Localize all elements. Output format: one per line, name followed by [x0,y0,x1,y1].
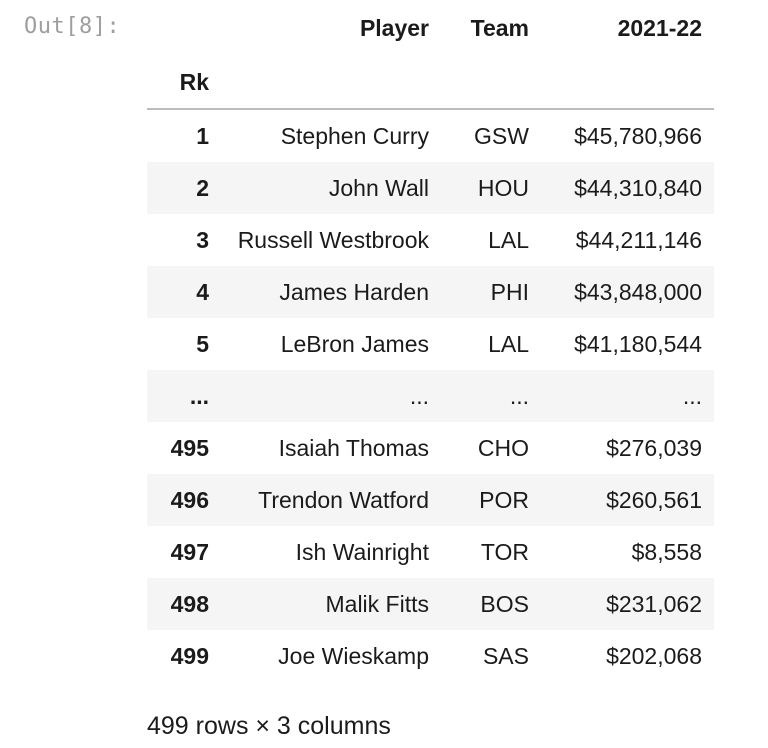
row-index: 499 [170,642,209,669]
cell-team: TOR [480,538,529,565]
row-index: 498 [170,590,209,617]
table-row: 495 Isaiah Thomas CHO $276,039 [147,422,714,474]
row-index: 496 [170,486,209,513]
cell-player: ... [409,382,429,409]
column-header-player: Player [359,14,429,41]
table-row: 4 James Harden PHI $43,848,000 [147,266,714,318]
row-index: 4 [196,278,209,305]
table-body: 1 Stephen Curry GSW $45,780,966 2 John Wall HO… [147,109,714,682]
cell-team: ... [509,382,529,409]
cell-salary: $45,780,966 [574,122,702,149]
index-name-row: Rk [147,56,714,110]
cell-team: BOS [480,590,529,617]
cell-salary: $8,558 [631,538,702,565]
cell-team: CHO [477,434,529,461]
column-header-team: Team [470,14,529,41]
cell-salary: ... [682,382,702,409]
row-index: 5 [196,330,209,357]
cell-player: Malik Fitts [325,590,430,617]
ellipsis-row: ............ [147,370,714,422]
cell-salary: $202,068 [606,642,702,669]
column-header-salary: 2021-22 [617,14,702,41]
cell-salary: $231,062 [606,590,702,617]
cell-salary: $260,561 [606,486,702,513]
table-header: Player Team 2021-22 Rk [147,0,714,110]
cell-player: Isaiah Thomas [278,434,429,461]
cell-team: HOU [477,174,529,201]
cell-player: Ish Wainright [295,538,429,565]
table-row: 2 John Wall HOU $44,310,840 [147,162,714,214]
cell-salary: $44,211,146 [575,226,702,253]
row-index: 495 [170,434,209,461]
column-header-row: Player Team 2021-22 [147,0,714,56]
dataframe-output: Player Team 2021-22 Rk 1 Stephen Curry GSW… [147,0,714,741]
cell-player: James Harden [279,278,429,305]
output-prompt: Out[8]: [24,14,121,39]
cell-player: John Wall [328,174,429,201]
row-index: ... [189,382,209,409]
dataframe-table: Player Team 2021-22 Rk 1 Stephen Curry GSW… [147,0,714,682]
cell-player: Trendon Watford [258,486,429,513]
cell-salary: $44,310,840 [574,174,702,201]
cell-player: Stephen Curry [280,122,429,149]
cell-team: GSW [474,122,529,149]
cell-team: PHI [490,278,529,305]
cell-player: Joe Wieskamp [278,642,429,669]
cell-team: LAL [488,226,529,253]
table-row: 499 Joe Wieskamp SAS $202,068 [147,630,714,682]
cell-team: SAS [482,642,529,669]
cell-team: POR [479,486,529,513]
table-row: 1 Stephen Curry GSW $45,780,966 [147,109,714,162]
shape-summary: 499 rows × 3 columns [147,712,391,740]
table-row: 496 Trendon Watford POR $260,561 [147,474,714,526]
table-row: 497 Ish Wainright TOR $8,558 [147,526,714,578]
index-corner [147,0,221,56]
cell-player: LeBron James [280,330,429,357]
index-name: Rk [147,56,221,110]
table-row: 3 Russell Westbrook LAL $44,211,146 [147,214,714,266]
row-index: 1 [196,122,209,149]
cell-player: Russell Westbrook [237,226,429,253]
row-index: 2 [196,174,209,201]
row-index: 497 [170,538,209,565]
cell-salary: $276,039 [606,434,702,461]
cell-salary: $43,848,000 [574,278,702,305]
table-row: 498 Malik Fitts BOS $231,062 [147,578,714,630]
table-row: 5 LeBron James LAL $41,180,544 [147,318,714,370]
cell-salary: $41,180,544 [574,330,702,357]
row-index: 3 [196,226,209,253]
cell-team: LAL [488,330,529,357]
